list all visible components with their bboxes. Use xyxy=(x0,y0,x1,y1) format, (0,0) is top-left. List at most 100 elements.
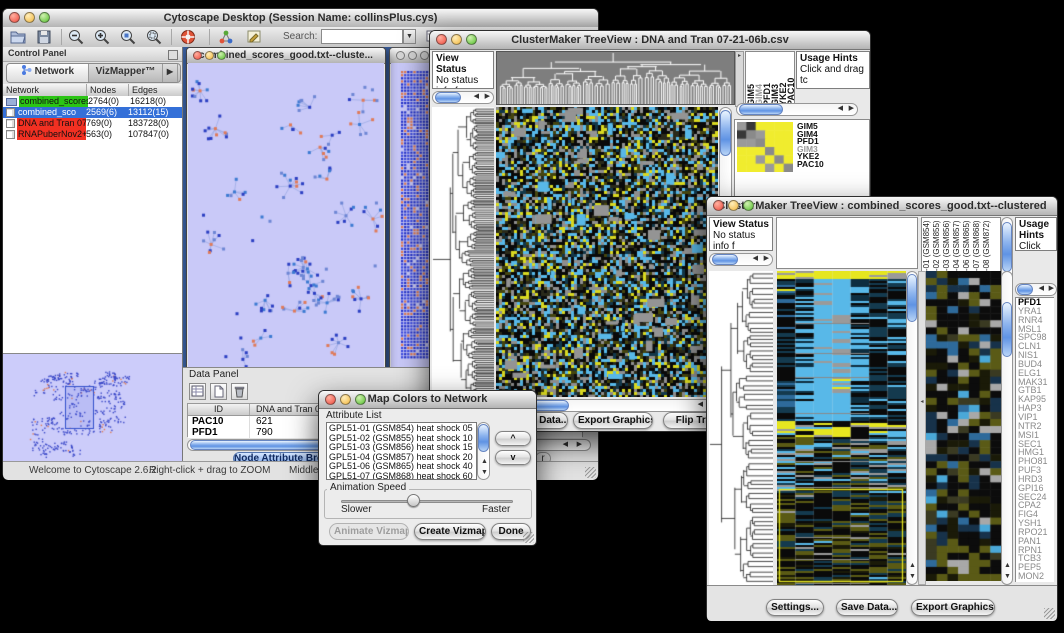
gene-label[interactable]: PUF3 xyxy=(1018,466,1054,475)
network-row[interactable]: DNA and Tran 07 769(0) 183728(0) xyxy=(3,118,182,129)
gene-label[interactable]: CPA2 xyxy=(1018,501,1054,510)
minimize-button[interactable] xyxy=(205,51,214,60)
zoom-window-button[interactable] xyxy=(466,34,477,45)
zoom-window-button[interactable] xyxy=(355,394,366,405)
treeview1-titlebar[interactable]: ClusterMaker TreeView : DNA and Tran 07-… xyxy=(430,31,870,50)
gene-label[interactable]: HAP3 xyxy=(1018,404,1054,413)
open-session-icon[interactable] xyxy=(9,28,27,46)
slider-thumb[interactable] xyxy=(407,494,420,507)
tab-network[interactable]: Network xyxy=(7,64,89,82)
gene-label[interactable]: YRA1 xyxy=(1018,307,1054,316)
search-input[interactable] xyxy=(321,29,403,44)
export-graphics-button[interactable]: Export Graphics... xyxy=(911,599,995,616)
treeview2-zoom-scrollbar[interactable]: ▲ ▼ xyxy=(1001,271,1013,585)
search-dropdown-button[interactable]: ▼ xyxy=(403,29,416,44)
scroll-thumb[interactable] xyxy=(435,92,461,103)
zoom-fit-icon[interactable] xyxy=(145,28,163,46)
zoom-window-button[interactable] xyxy=(217,51,226,60)
gene-label[interactable]: RPO21 xyxy=(1018,528,1054,537)
attribute-list-scrollbar[interactable]: ▲ ▼ xyxy=(477,422,490,480)
gene-label[interactable]: TCB3 xyxy=(1018,554,1054,563)
scroll-left-arrow[interactable]: ◀ xyxy=(563,440,568,450)
save-data-button[interactable]: Save Data... xyxy=(836,599,898,616)
treeview1-global-matrix[interactable] xyxy=(737,122,793,172)
attribute-list-item[interactable]: GPL51-03 (GSM856) heat shock 15 min xyxy=(329,443,474,453)
new-attribute-icon[interactable] xyxy=(210,383,227,400)
scroll-thumb[interactable] xyxy=(1017,284,1033,295)
gene-label[interactable]: ELG1 xyxy=(1018,369,1054,378)
treeview2-heatmap[interactable] xyxy=(777,271,906,585)
attribute-list-item[interactable]: GPL51-06 (GSM865) heat shock 40 min xyxy=(329,462,474,472)
export-graphics-button[interactable]: Export Graphics... xyxy=(573,412,653,429)
gene-label[interactable]: RNR4 xyxy=(1018,316,1054,325)
gene-label[interactable]: PFD1 xyxy=(1018,298,1054,307)
scroll-left-arrow[interactable]: ◀ xyxy=(1039,284,1044,294)
help-lifering-icon[interactable] xyxy=(179,28,197,46)
scroll-thumb[interactable] xyxy=(907,274,917,322)
save-session-icon[interactable] xyxy=(35,28,53,46)
gene-label[interactable]: PEP5 xyxy=(1018,563,1054,572)
zoom-out-icon[interactable] xyxy=(67,28,85,46)
close-button[interactable] xyxy=(325,394,336,405)
scroll-thumb[interactable] xyxy=(1002,222,1012,272)
tab-overflow-arrow[interactable]: ▶ xyxy=(163,64,178,82)
gene-label[interactable]: PAN1 xyxy=(1018,537,1054,546)
close-button[interactable] xyxy=(713,200,724,211)
float-panel-icon[interactable] xyxy=(168,50,178,60)
zoom-window-button[interactable] xyxy=(420,51,429,60)
gene-label[interactable]: RPN1 xyxy=(1018,546,1054,555)
network-row[interactable]: combined_scores 2764(0) 16218(0) xyxy=(3,96,182,107)
gene-label[interactable]: SPC98 xyxy=(1018,333,1054,342)
close-button[interactable] xyxy=(396,51,405,60)
create-vizmap-button[interactable]: Create Vizmap xyxy=(414,523,486,540)
scroll-thumb[interactable] xyxy=(712,254,738,265)
treeview2-heatmap-scrollbar[interactable]: ▲ ▼ xyxy=(906,271,918,585)
treeview2-zoom-heatmap[interactable] xyxy=(926,271,1001,581)
minimize-button[interactable] xyxy=(408,51,417,60)
minimize-button[interactable] xyxy=(451,34,462,45)
treeview1-top-dendrogram[interactable] xyxy=(496,51,735,105)
col-id[interactable]: ID xyxy=(188,404,250,415)
gene-label[interactable]: PHO81 xyxy=(1018,457,1054,466)
treeview1-right-scrollbar[interactable]: ◀ ▶ xyxy=(736,103,858,116)
gene-label[interactable]: HRD3 xyxy=(1018,475,1054,484)
scroll-up-arrow[interactable]: ▲ xyxy=(1004,561,1011,571)
scroll-thumb[interactable] xyxy=(720,110,731,156)
treeview1-row-dendrogram[interactable] xyxy=(432,107,494,397)
network-row[interactable]: combined_sco 2569(6) 13112(15) xyxy=(3,107,182,118)
treeview2-top-dendrogram-area[interactable] xyxy=(776,217,918,269)
gene-label[interactable]: BUD4 xyxy=(1018,360,1054,369)
gene-label[interactable]: VIP1 xyxy=(1018,413,1054,422)
gene-label[interactable]: KAP95 xyxy=(1018,395,1054,404)
col-nodes[interactable]: Nodes xyxy=(87,84,129,96)
minimize-button[interactable] xyxy=(24,12,35,23)
gene-label[interactable]: NIS1 xyxy=(1018,351,1054,360)
settings-button[interactable]: Settings... xyxy=(766,599,824,616)
zoom-window-button[interactable] xyxy=(39,12,50,23)
gene-column-label[interactable]: GIM5 xyxy=(746,52,754,106)
gene-label[interactable]: FIG4 xyxy=(1018,510,1054,519)
gene-label[interactable]: MON2 xyxy=(1018,572,1054,581)
gene-label[interactable]: SEC1 xyxy=(1018,440,1054,449)
vizmapper-icon[interactable] xyxy=(217,28,235,46)
network-view-canvas[interactable] xyxy=(188,63,384,371)
scroll-down-arrow[interactable]: ▼ xyxy=(481,468,488,478)
col-network[interactable]: Network xyxy=(3,84,87,96)
gene-label[interactable]: PAC10 xyxy=(797,161,867,169)
resize-grip[interactable] xyxy=(585,467,596,478)
annotation-icon[interactable] xyxy=(245,28,263,46)
delete-attribute-icon[interactable] xyxy=(231,383,248,400)
scroll-down-arrow[interactable]: ▼ xyxy=(909,572,916,582)
minimize-button[interactable] xyxy=(728,200,739,211)
treeview2-status-scrollbar[interactable]: ◀ ▶ xyxy=(709,253,773,266)
minimize-button[interactable] xyxy=(340,394,351,405)
col-edges[interactable]: Edges xyxy=(129,84,182,96)
attribute-list-item[interactable]: GPL51-07 (GSM868) heat shock 60 min xyxy=(329,472,474,480)
scroll-right-arrow[interactable]: ▶ xyxy=(1049,284,1054,294)
scroll-thumb[interactable] xyxy=(1002,302,1012,357)
scroll-left-arrow[interactable]: ◀ xyxy=(474,92,479,102)
treeview1-heatmap[interactable] xyxy=(496,107,718,397)
close-button[interactable] xyxy=(9,12,20,23)
gene-column-label[interactable]: PFD1 xyxy=(762,52,770,106)
animate-vizmap-button[interactable]: Animate Vizmap xyxy=(329,523,409,540)
